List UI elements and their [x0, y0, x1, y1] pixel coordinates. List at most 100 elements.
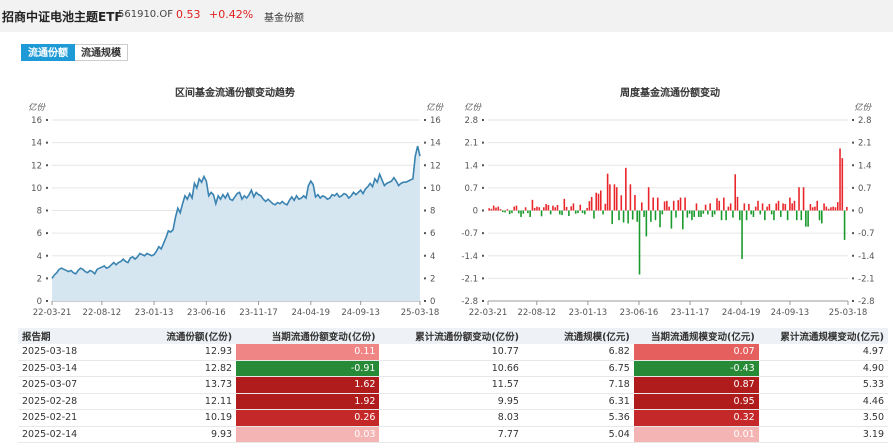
table-row[interactable]: 2025-02-28 12.11 1.92 9.95 6.31 0.95 4.46 — [18, 393, 888, 410]
weekly-bar[interactable] — [843, 210, 846, 240]
weekly-bar[interactable] — [745, 210, 748, 221]
weekly-bar[interactable] — [524, 207, 527, 211]
weekly-bar[interactable] — [641, 202, 643, 211]
weekly-bar[interactable] — [718, 200, 721, 211]
weekly-bar[interactable] — [697, 210, 700, 217]
weekly-bar[interactable] — [490, 208, 493, 211]
weekly-bar[interactable] — [821, 210, 823, 224]
weekly-bar[interactable] — [734, 174, 737, 211]
weekly-bar[interactable] — [536, 206, 538, 211]
weekly-bar[interactable] — [597, 193, 600, 211]
weekly-bar[interactable] — [688, 210, 691, 214]
weekly-bar[interactable] — [666, 200, 668, 211]
weekly-bar[interactable] — [506, 209, 509, 211]
weekly-bar[interactable] — [814, 206, 816, 211]
weekly-bar[interactable] — [723, 197, 725, 211]
weekly-bar[interactable] — [581, 210, 584, 214]
weekly-bar[interactable] — [716, 198, 718, 211]
table-row[interactable]: 2025-02-21 10.19 0.26 8.03 5.36 0.32 3.50 — [18, 409, 888, 427]
weekly-bar[interactable] — [846, 206, 848, 211]
weekly-bar[interactable] — [720, 210, 723, 221]
weekly-bar[interactable] — [805, 210, 807, 227]
weekly-bar[interactable] — [809, 204, 812, 211]
weekly-bar[interactable] — [522, 210, 525, 214]
weekly-bar[interactable] — [663, 201, 666, 211]
weekly-bar[interactable] — [779, 210, 782, 217]
weekly-bar[interactable] — [556, 205, 559, 211]
weekly-bar[interactable] — [702, 210, 705, 214]
weekly-bar[interactable] — [777, 200, 780, 211]
col-header-share-change[interactable]: 当期流通份额变动(亿份) — [236, 328, 380, 344]
weekly-bar[interactable] — [631, 210, 634, 220]
weekly-bar[interactable] — [545, 204, 547, 211]
weekly-bar[interactable] — [711, 210, 714, 217]
weekly-bar[interactable] — [643, 210, 645, 217]
weekly-bar[interactable] — [652, 197, 654, 211]
weekly-bar[interactable] — [634, 194, 636, 211]
weekly-bar[interactable] — [593, 210, 595, 219]
weekly-bar[interactable] — [609, 184, 611, 211]
weekly-bar[interactable] — [511, 210, 513, 214]
weekly-bar[interactable] — [839, 148, 841, 211]
weekly-bar[interactable] — [492, 205, 495, 211]
weekly-bar[interactable] — [547, 205, 550, 211]
weekly-bar[interactable] — [736, 196, 739, 211]
weekly-bar[interactable] — [602, 210, 604, 215]
weekly-bar[interactable] — [795, 210, 798, 221]
weekly-bar[interactable] — [743, 203, 746, 211]
col-header-shares[interactable]: 流通份额(亿份) — [115, 328, 237, 344]
weekly-bar[interactable] — [517, 210, 520, 214]
weekly-bar[interactable] — [529, 210, 531, 217]
weekly-bar[interactable] — [709, 203, 711, 211]
weekly-bar[interactable] — [732, 210, 734, 218]
weekly-bar[interactable] — [707, 210, 709, 215]
col-header-scale[interactable]: 流通规模(亿元) — [522, 328, 634, 344]
weekly-bar[interactable] — [782, 203, 784, 211]
weekly-bar[interactable] — [599, 190, 602, 211]
weekly-bar[interactable] — [508, 210, 511, 215]
weekly-bar[interactable] — [791, 203, 793, 211]
weekly-bar[interactable] — [684, 197, 686, 211]
weekly-bar[interactable] — [604, 203, 607, 211]
weekly-bar[interactable] — [645, 210, 648, 237]
weekly-bar[interactable] — [729, 203, 732, 211]
weekly-bar[interactable] — [764, 210, 766, 221]
weekly-bar[interactable] — [488, 208, 490, 211]
weekly-bar[interactable] — [789, 197, 791, 211]
weekly-bar[interactable] — [579, 204, 582, 211]
weekly-bar[interactable] — [841, 158, 844, 211]
weekly-bar[interactable] — [757, 200, 759, 211]
weekly-bar[interactable] — [761, 203, 764, 211]
table-row[interactable]: 2025-02-14 9.93 0.03 7.77 5.04 0.01 3.19 — [18, 426, 888, 443]
weekly-bar[interactable] — [775, 203, 778, 211]
weekly-bar[interactable] — [686, 210, 689, 218]
weekly-bar[interactable] — [611, 210, 613, 225]
weekly-bar[interactable] — [827, 208, 830, 211]
weekly-bar[interactable] — [816, 200, 819, 211]
weekly-bar[interactable] — [527, 210, 529, 214]
weekly-bar[interactable] — [502, 210, 504, 213]
weekly-bar[interactable] — [704, 204, 707, 211]
weekly-bar[interactable] — [563, 198, 566, 211]
weekly-bar[interactable] — [625, 167, 627, 211]
weekly-bar[interactable] — [682, 210, 684, 230]
weekly-bar[interactable] — [807, 210, 809, 227]
weekly-bar[interactable] — [618, 210, 620, 221]
weekly-bar[interactable] — [679, 197, 682, 211]
weekly-bar[interactable] — [554, 207, 557, 211]
weekly-bar[interactable] — [568, 210, 570, 216]
weekly-bar[interactable] — [615, 187, 618, 211]
weekly-bar[interactable] — [606, 173, 609, 211]
weekly-bar[interactable] — [584, 210, 586, 215]
weekly-bar[interactable] — [627, 210, 629, 224]
weekly-bar[interactable] — [768, 204, 771, 211]
weekly-bar[interactable] — [800, 210, 803, 221]
weekly-bar[interactable] — [638, 210, 641, 275]
weekly-bar[interactable] — [748, 204, 750, 211]
weekly-bar[interactable] — [520, 210, 522, 217]
weekly-bar[interactable] — [700, 210, 702, 217]
weekly-bar[interactable] — [549, 210, 552, 215]
weekly-bar[interactable] — [691, 210, 693, 221]
weekly-bar[interactable] — [561, 210, 563, 216]
weekly-bar[interactable] — [836, 202, 839, 211]
